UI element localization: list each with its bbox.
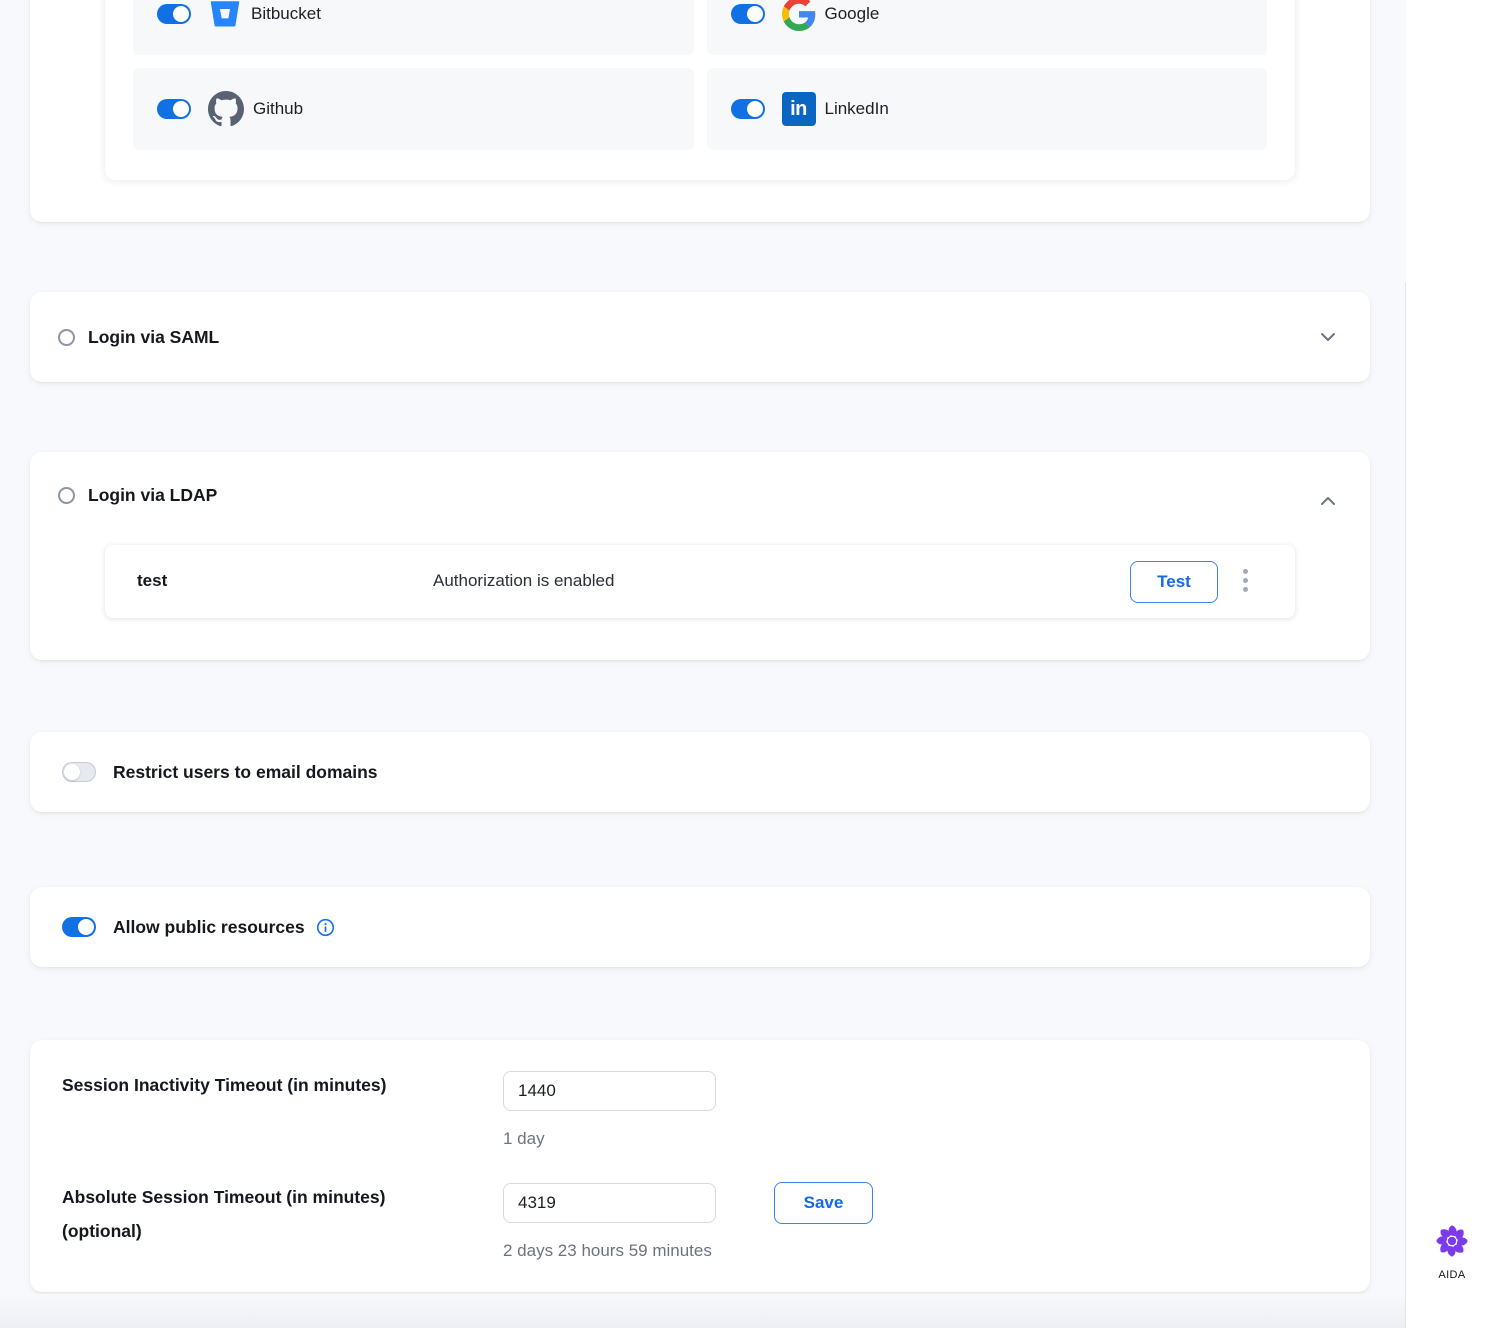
public-resources-label: Allow public resources <box>113 917 305 938</box>
info-icon[interactable] <box>316 918 335 937</box>
ldap-config-name: test <box>137 571 167 591</box>
toggle-knob <box>173 101 189 117</box>
inactivity-timeout-label: Session Inactivity Timeout (in minutes) <box>62 1068 386 1102</box>
chevron-up-icon[interactable] <box>1320 493 1336 511</box>
absolute-timeout-input[interactable] <box>503 1183 716 1223</box>
provider-label: Github <box>253 99 303 119</box>
bitbucket-toggle[interactable] <box>157 4 191 24</box>
github-icon <box>208 91 244 127</box>
saml-header[interactable]: Login via SAML <box>58 292 219 382</box>
toggle-knob <box>747 6 763 22</box>
aida-logo-text: AIDA <box>1406 1269 1498 1281</box>
kebab-menu-icon[interactable] <box>1241 567 1250 594</box>
linkedin-icon: in <box>782 92 816 126</box>
provider-tile-google: Google <box>707 0 1268 55</box>
ldap-config-status: Authorization is enabled <box>433 571 614 591</box>
absolute-timeout-label: Absolute Session Timeout (in minutes) (o… <box>62 1180 385 1248</box>
provider-grid: Bitbucket Google Github <box>105 0 1295 180</box>
toggle-knob <box>173 6 189 22</box>
test-button[interactable]: Test <box>1130 561 1218 603</box>
toggle-knob <box>78 919 94 935</box>
oauth-providers-card: Bitbucket Google Github <box>30 0 1370 222</box>
save-button[interactable]: Save <box>774 1182 873 1224</box>
saml-section-card: Login via SAML <box>30 292 1370 382</box>
bitbucket-icon <box>208 0 242 31</box>
toggle-knob <box>747 101 763 117</box>
chevron-down-icon[interactable] <box>1320 329 1336 347</box>
inactivity-timeout-hint: 1 day <box>503 1129 545 1149</box>
provider-label: Bitbucket <box>251 4 321 24</box>
provider-label: LinkedIn <box>825 99 889 119</box>
oauth-providers-panel: Bitbucket Google Github <box>105 0 1295 180</box>
restrict-domains-card: Restrict users to email domains <box>30 732 1370 812</box>
absolute-timeout-hint: 2 days 23 hours 59 minutes <box>503 1241 712 1261</box>
ldap-radio[interactable] <box>58 487 75 504</box>
restrict-domains-toggle[interactable] <box>62 762 96 782</box>
page-bottom-fade <box>0 1294 1406 1328</box>
restrict-domains-label: Restrict users to email domains <box>113 762 378 783</box>
ldap-header[interactable]: Login via LDAP <box>58 485 217 506</box>
aida-logo-icon <box>1433 1247 1471 1264</box>
provider-tile-linkedin: in LinkedIn <box>707 68 1268 150</box>
saml-label: Login via SAML <box>88 327 219 348</box>
public-resources-card: Allow public resources <box>30 887 1370 967</box>
inactivity-timeout-input[interactable] <box>503 1071 716 1111</box>
public-resources-toggle[interactable] <box>62 917 96 937</box>
right-rail <box>1406 0 1498 1328</box>
right-rail-divider <box>1405 282 1406 1328</box>
google-toggle[interactable] <box>731 4 765 24</box>
auth-settings-page: Bitbucket Google Github <box>0 0 1498 1328</box>
saml-radio[interactable] <box>58 329 75 346</box>
provider-label: Google <box>825 4 880 24</box>
ldap-config-row: test Authorization is enabled Test <box>105 545 1295 618</box>
ldap-label: Login via LDAP <box>88 485 217 506</box>
google-icon <box>782 0 816 31</box>
provider-tile-bitbucket: Bitbucket <box>133 0 694 55</box>
session-settings-card: Session Inactivity Timeout (in minutes) … <box>30 1040 1370 1292</box>
aida-widget-button[interactable]: AIDA <box>1406 1222 1498 1281</box>
github-toggle[interactable] <box>157 99 191 119</box>
linkedin-toggle[interactable] <box>731 99 765 119</box>
provider-tile-github: Github <box>133 68 694 150</box>
ldap-section-card: Login via LDAP test Authorization is ena… <box>30 452 1370 660</box>
toggle-knob <box>64 764 80 780</box>
